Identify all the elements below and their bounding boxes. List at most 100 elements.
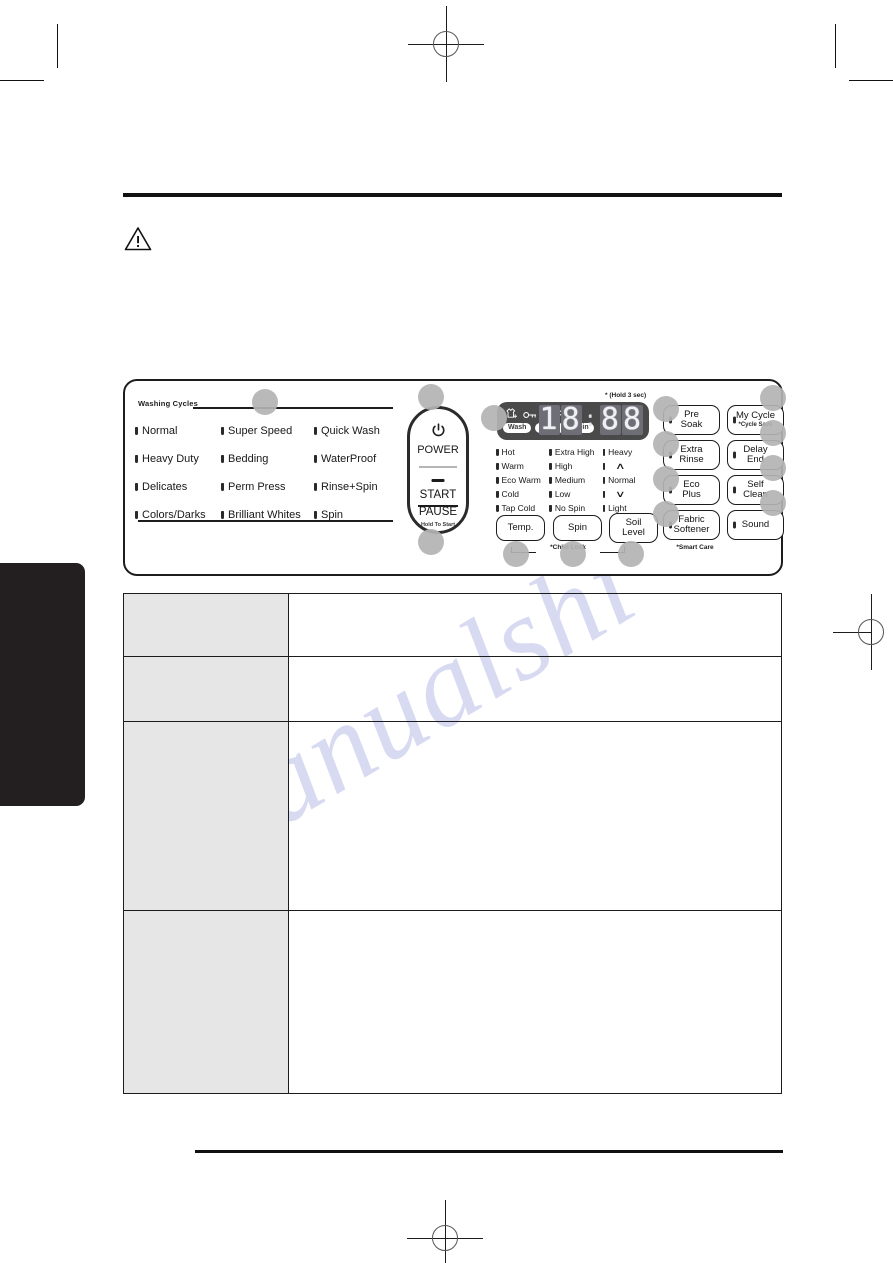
- option-label: Cold: [501, 489, 519, 499]
- option-led-icon: [549, 448, 552, 456]
- feature-table: [123, 593, 782, 1094]
- table-label-cell: [123, 721, 289, 911]
- cycle-item-bedding[interactable]: Bedding: [221, 453, 314, 465]
- cycle-led-icon: [135, 511, 138, 519]
- cycle-list: Normal Super Speed Quick Wash Heavy Duty…: [135, 417, 397, 529]
- option-label: High: [554, 461, 573, 471]
- soil-option-normal: Normal: [602, 473, 656, 487]
- seg-digit-3: 8: [599, 402, 621, 437]
- table-row: [123, 721, 782, 911]
- cycle-item-normal[interactable]: Normal: [135, 425, 221, 437]
- callout-marker-12[interactable]: [760, 385, 786, 411]
- temp-option-cold: Cold: [496, 487, 549, 501]
- option-led-icon: [602, 448, 606, 456]
- seg-digit-4: 8: [621, 402, 643, 437]
- option-led-icon: [549, 504, 552, 512]
- spin-option-medium: Medium: [549, 473, 602, 487]
- soil-option-level-up: ∧: [602, 459, 656, 473]
- cycle-item-heavy-duty[interactable]: Heavy Duty: [135, 453, 221, 465]
- soil-level-button[interactable]: Soil Level: [609, 513, 658, 543]
- crop-mark-top-left-vertical: [57, 24, 58, 68]
- option-value-columns: Hot Warm Eco Warm Cold Tap Cold Extra Hi…: [496, 445, 656, 515]
- soil-level-button-label: Soil Level: [622, 517, 645, 539]
- crop-mark-top-left-horizontal: [0, 80, 44, 81]
- temp-button[interactable]: Temp.: [496, 515, 545, 541]
- cycle-item-waterproof[interactable]: WaterProof: [314, 453, 394, 465]
- seg-digit-2: 8: [560, 402, 582, 437]
- cycle-item-delicates[interactable]: Delicates: [135, 481, 221, 493]
- cycle-label: Perm Press: [228, 481, 286, 493]
- temp-option-column: Hot Warm Eco Warm Cold Tap Cold: [496, 445, 549, 515]
- button-led-icon: [733, 486, 736, 494]
- callout-marker-8[interactable]: [653, 396, 679, 422]
- option-led-icon: [496, 504, 499, 512]
- cycle-item-perm-press[interactable]: Perm Press: [221, 481, 314, 493]
- temp-button-label: Temp.: [507, 521, 534, 533]
- callout-marker-1[interactable]: [252, 389, 278, 415]
- smart-care-note: *Smart Care: [676, 544, 714, 551]
- eco-plus-label: Eco Plus: [682, 478, 701, 500]
- callout-marker-15[interactable]: [760, 490, 786, 516]
- option-led-icon: [549, 476, 552, 484]
- seven-segment-time-display: 1 8 : 8 8: [538, 402, 643, 437]
- cycle-item-colors-darks[interactable]: Colors/Darks: [135, 509, 221, 521]
- manual-page: manualshi Washing Cycles Normal Super Sp…: [0, 0, 893, 1263]
- option-label: Tap Cold: [501, 503, 536, 513]
- callout-marker-6[interactable]: [560, 541, 586, 567]
- washing-cycles-rule: [193, 407, 393, 409]
- cycle-item-quick-wash[interactable]: Quick Wash: [314, 425, 394, 437]
- cycle-row: Delicates Perm Press Rinse+Spin: [135, 473, 397, 501]
- table-body-cell: [288, 656, 782, 722]
- cycle-row: Normal Super Speed Quick Wash: [135, 417, 397, 445]
- temp-option-tap-cold: Tap Cold: [496, 501, 549, 515]
- option-label: Low: [554, 489, 571, 499]
- option-label: Medium: [554, 475, 586, 485]
- spin-option-high: High: [549, 459, 602, 473]
- chevron-up-icon: ∧: [615, 460, 626, 471]
- option-label: Light: [608, 503, 627, 513]
- button-led-icon: [733, 451, 736, 459]
- option-led-icon: [602, 504, 606, 512]
- callout-marker-4[interactable]: [418, 529, 444, 555]
- option-led-icon: [602, 476, 606, 484]
- washer-control-panel: Washing Cycles Normal Super Speed Quick …: [123, 379, 784, 576]
- callout-marker-3[interactable]: [481, 405, 507, 431]
- seg-digit-1: 1: [538, 402, 560, 437]
- sound-label: Sound: [741, 518, 770, 530]
- cycle-item-spin[interactable]: Spin: [314, 509, 394, 521]
- option-led-icon: [602, 490, 606, 498]
- cycle-label: Brilliant Whites: [228, 509, 301, 521]
- button-led-icon: [733, 521, 736, 529]
- callout-marker-10[interactable]: [653, 466, 679, 492]
- option-led-icon: [496, 476, 499, 484]
- temp-option-warm: Warm: [496, 459, 549, 473]
- cycle-label: Spin: [321, 509, 344, 521]
- cycle-item-rinse-spin[interactable]: Rinse+Spin: [314, 481, 394, 493]
- callout-marker-14[interactable]: [760, 455, 786, 481]
- temp-option-eco-warm: Eco Warm: [496, 473, 549, 487]
- pause-button-label[interactable]: PAUSE: [410, 506, 466, 518]
- callout-marker-11[interactable]: [653, 501, 679, 527]
- spin-button[interactable]: Spin: [553, 515, 602, 541]
- option-label: Normal: [608, 475, 636, 485]
- crop-mark-top-right-horizontal: [849, 80, 893, 81]
- cycle-led-icon: [135, 455, 138, 463]
- spin-option-extra-high: Extra High: [549, 445, 602, 459]
- seg-colon: :: [583, 407, 598, 432]
- callout-marker-7[interactable]: [618, 541, 644, 567]
- power-start-pause-capsule: POWER START PAUSE Hold To Start: [407, 406, 469, 534]
- power-button-label[interactable]: POWER: [410, 444, 466, 456]
- option-led-icon: [602, 462, 606, 470]
- cycle-item-brilliant-whites[interactable]: Brilliant Whites: [221, 509, 314, 521]
- callout-marker-9[interactable]: [653, 431, 679, 457]
- callout-marker-13[interactable]: [760, 420, 786, 446]
- warning-triangle-icon: [124, 226, 152, 256]
- callout-marker-2[interactable]: [418, 384, 444, 410]
- callout-marker-5[interactable]: [503, 541, 529, 567]
- extra-rinse-label: Extra Rinse: [679, 443, 704, 465]
- cycle-label: Delicates: [142, 481, 188, 493]
- cycle-label: Quick Wash: [321, 425, 380, 437]
- start-button-label[interactable]: START: [410, 489, 466, 501]
- cycle-item-super-speed[interactable]: Super Speed: [221, 425, 314, 437]
- power-icon[interactable]: [410, 423, 466, 441]
